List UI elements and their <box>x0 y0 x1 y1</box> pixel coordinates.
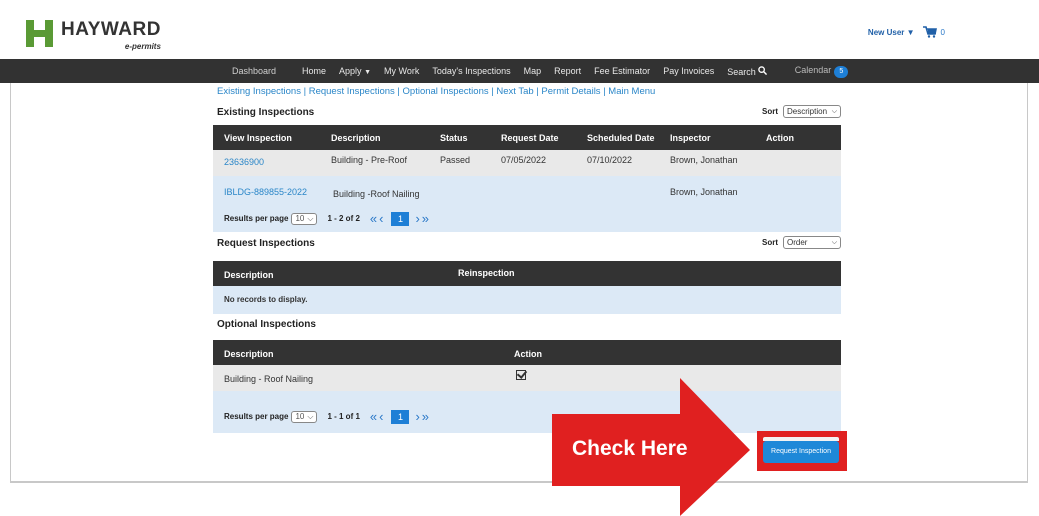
cart-icon <box>922 26 937 38</box>
request-sort-select[interactable]: Order ⌵ <box>783 236 841 249</box>
chevron-down-icon: ⌵ <box>831 107 837 115</box>
col-description: Description <box>331 133 381 143</box>
row-scheduled-date: 07/10/2022 <box>587 155 633 165</box>
results-per-page-label: Results per page <box>224 412 289 421</box>
logo-name: HAYWARD <box>61 19 161 40</box>
table-row: 23636900 Building - Pre-Roof Passed 07/0… <box>213 150 841 176</box>
col-request-date: Request Date <box>501 133 559 143</box>
row-request-date: 07/05/2022 <box>501 155 547 165</box>
col-description: Description <box>224 270 274 280</box>
nav-apply[interactable]: Apply ▼ <box>339 66 371 76</box>
logo-subtitle: e-permits <box>124 42 161 51</box>
request-button-highlight: Request Inspection <box>757 431 847 471</box>
col-scheduled-date: Scheduled Date <box>587 133 655 143</box>
col-view-inspection: View Inspection <box>224 133 292 143</box>
no-records-message: No records to display. <box>224 295 308 304</box>
existing-inspections-title: Existing Inspections <box>217 107 315 118</box>
page-range: 1 - 1 of 1 <box>327 412 360 421</box>
existing-sort: Sort Description ⌵ <box>762 105 841 118</box>
optional-pager: Results per page 10 ⌵ 1 - 1 of 1 «‹ 1 ›» <box>224 409 431 424</box>
col-status: Status <box>440 133 468 143</box>
logo-mark-icon <box>26 20 53 47</box>
page-number-button[interactable]: 1 <box>391 211 410 226</box>
inspection-link[interactable]: IBLDG-889855-2022 <box>224 187 307 197</box>
inspection-link[interactable]: 23636900 <box>224 157 264 167</box>
nav-search[interactable]: Search <box>727 65 767 77</box>
row-description: Building -Roof Nailing <box>333 189 420 199</box>
cart-count: 0 <box>940 27 945 37</box>
request-sort: Sort Order ⌵ <box>762 236 841 249</box>
chevron-down-icon: ⌵ <box>831 238 837 246</box>
cart-button[interactable]: 0 <box>922 26 945 38</box>
caret-down-icon: ▼ <box>906 27 915 37</box>
row-status: Passed <box>440 155 471 165</box>
col-action: Action <box>766 133 794 143</box>
page-number-button[interactable]: 1 <box>391 409 410 424</box>
existing-pager: Results per page 10 ⌵ 1 - 2 of 2 «‹ 1 ›» <box>224 211 431 226</box>
nav-todays-inspections[interactable]: Today's Inspections <box>432 66 510 76</box>
results-per-page-label: Results per page <box>224 214 289 223</box>
prev-page-buttons[interactable]: «‹ <box>370 211 386 226</box>
nav-report[interactable]: Report <box>554 66 581 76</box>
prev-page-buttons[interactable]: «‹ <box>370 409 386 424</box>
per-page-select[interactable]: 10 ⌵ <box>291 410 318 423</box>
nav-fee-estimator[interactable]: Fee Estimator <box>594 66 650 76</box>
request-table-header: Description Reinspection <box>213 261 841 286</box>
table-row: No records to display. <box>213 286 841 314</box>
optional-table-header: Description Action <box>213 340 841 365</box>
row-description: Building - Roof Nailing <box>224 374 314 384</box>
main-nav: Dashboard Home Apply ▼ My Work Today's I… <box>0 59 1039 83</box>
caret-down-icon: ▼ <box>364 69 372 76</box>
calendar-count-badge: 5 <box>834 65 849 78</box>
row-inspector: Brown, Jonathan <box>670 187 738 197</box>
page-range: 1 - 2 of 2 <box>327 214 360 223</box>
nav-calendar[interactable]: Calendar 5 <box>795 65 849 78</box>
nav-pay-invoices[interactable]: Pay Invoices <box>663 66 714 76</box>
sort-label: Sort <box>762 238 778 247</box>
nav-dashboard[interactable]: Dashboard <box>232 66 276 76</box>
col-description: Description <box>224 349 274 359</box>
col-action: Action <box>514 349 542 359</box>
chevron-down-icon: ⌵ <box>307 411 314 421</box>
next-page-buttons[interactable]: ›» <box>415 211 431 226</box>
row-description: Building - Pre-Roof <box>331 155 408 165</box>
next-page-buttons[interactable]: ›» <box>415 409 431 424</box>
callout-label: Check Here <box>572 437 688 460</box>
row-inspector: Brown, Jonathan <box>670 155 738 165</box>
search-icon <box>757 65 767 75</box>
nav-home[interactable]: Home <box>302 66 326 76</box>
request-inspections-title: Request Inspections <box>217 238 315 249</box>
section-links[interactable]: Existing Inspections | Request Inspectio… <box>217 86 655 97</box>
optional-inspections-title: Optional Inspections <box>217 319 316 330</box>
nav-map[interactable]: Map <box>524 66 542 76</box>
hayward-logo[interactable]: HAYWARD e-permits <box>26 19 161 51</box>
request-inspection-button[interactable]: Request Inspection <box>763 441 839 463</box>
existing-sort-select[interactable]: Description ⌵ <box>783 105 841 118</box>
col-inspector: Inspector <box>670 133 711 143</box>
nav-my-work[interactable]: My Work <box>384 66 419 76</box>
page: HAYWARD e-permits New User ▼ 0 Dashboard… <box>0 0 1039 516</box>
chevron-down-icon: ⌵ <box>307 213 314 223</box>
col-reinspection: Reinspection <box>458 268 515 278</box>
sort-label: Sort <box>762 107 778 116</box>
user-menu[interactable]: New User ▼ <box>868 28 915 37</box>
per-page-select[interactable]: 10 ⌵ <box>291 212 318 225</box>
existing-table-header: View Inspection Description Status Reque… <box>213 125 841 150</box>
